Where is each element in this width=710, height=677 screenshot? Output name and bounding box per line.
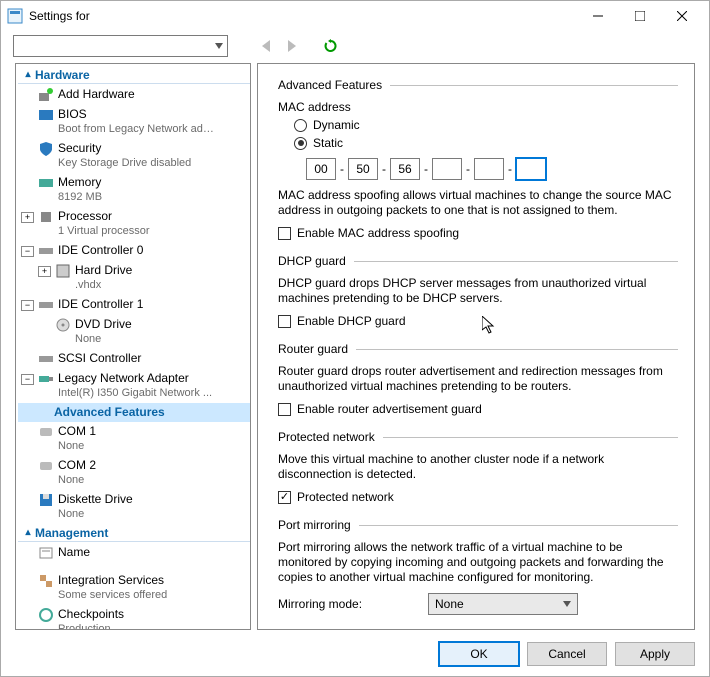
expand-icon[interactable]: + (21, 212, 34, 223)
tree-com2[interactable]: COM 2None (18, 456, 250, 490)
collapse-icon[interactable]: − (21, 300, 34, 311)
mirroring-mode-dropdown[interactable]: None (428, 593, 578, 615)
processor-icon (38, 209, 54, 225)
mac-address-label: MAC address (278, 100, 678, 114)
settings-window: Settings for ▴Hardware Add Hardware BIOS… (0, 0, 710, 677)
checkbox-icon (278, 403, 291, 416)
bios-icon (38, 107, 54, 123)
dvd-icon (55, 317, 71, 333)
enable-router-guard-checkbox[interactable]: Enable router advertisement guard (278, 402, 678, 416)
titlebar: Settings for (1, 1, 709, 31)
memory-icon (38, 175, 54, 191)
chevron-down-icon (215, 42, 223, 50)
tree-advanced-features[interactable]: Advanced Features (18, 403, 250, 422)
tree-add-hardware[interactable]: Add Hardware (18, 85, 250, 105)
network-adapter-icon (38, 371, 54, 387)
integration-icon (38, 573, 54, 589)
ok-button[interactable]: OK (439, 642, 519, 666)
vm-selector-dropdown[interactable] (13, 35, 228, 57)
settings-tree: ▴Hardware Add Hardware BIOSBoot from Leg… (15, 63, 251, 630)
add-hardware-icon (38, 87, 54, 103)
diskette-icon (38, 492, 54, 508)
mirroring-mode-label: Mirroring mode: (278, 597, 428, 611)
chevron-up-icon: ▴ (21, 69, 35, 80)
nav-forward-button[interactable] (282, 35, 304, 57)
controller-icon (38, 351, 54, 367)
serial-port-icon (38, 458, 54, 474)
tree-integration-services[interactable]: Integration ServicesSome services offere… (18, 571, 250, 605)
maximize-button[interactable] (619, 2, 661, 30)
controller-icon (38, 243, 54, 259)
tree-legacy-network-adapter[interactable]: −Legacy Network AdapterIntel(R) I350 Gig… (18, 369, 250, 403)
radio-icon (294, 119, 307, 132)
tree-checkpoints[interactable]: CheckpointsProduction (18, 605, 250, 629)
enable-mac-spoofing-checkbox[interactable]: Enable MAC address spoofing (278, 226, 678, 240)
router-guard-description: Router guard drops router advertisement … (278, 364, 678, 394)
mac-octet-1[interactable]: 50 (348, 158, 378, 180)
dhcp-guard-description: DHCP guard drops DHCP server messages fr… (278, 276, 678, 306)
shield-icon (38, 141, 54, 157)
mac-octet-0[interactable]: 00 (306, 158, 336, 180)
checkbox-icon (278, 227, 291, 240)
toolbar (1, 31, 709, 63)
tree-scsi[interactable]: SCSI Controller (18, 349, 250, 369)
mac-octet-5[interactable] (516, 158, 546, 180)
controller-icon (38, 297, 54, 313)
tree-hard-drive[interactable]: +Hard Drive.vhdx (18, 261, 250, 295)
tree-security[interactable]: SecurityKey Storage Drive disabled (18, 139, 250, 173)
router-guard-title: Router guard (278, 342, 678, 356)
protected-network-description: Move this virtual machine to another clu… (278, 452, 678, 482)
app-icon (7, 8, 23, 24)
minimize-button[interactable] (577, 2, 619, 30)
hard-drive-icon (55, 263, 71, 279)
settings-panel: Advanced Features MAC address Dynamic St… (257, 63, 695, 630)
mac-dynamic-radio[interactable]: Dynamic (294, 118, 678, 132)
port-mirroring-description: Port mirroring allows the network traffi… (278, 540, 678, 585)
mac-octet-2[interactable]: 56 (390, 158, 420, 180)
tree-dvd-drive[interactable]: DVD DriveNone (18, 315, 250, 349)
dialog-buttons: OK Cancel Apply (1, 632, 709, 676)
section-hardware[interactable]: ▴Hardware (18, 66, 250, 84)
radio-icon (294, 137, 307, 150)
checkbox-icon (278, 491, 291, 504)
tree-ide0[interactable]: −IDE Controller 0 (18, 241, 250, 261)
mac-octet-3[interactable] (432, 158, 462, 180)
refresh-button[interactable] (320, 35, 342, 57)
cancel-button[interactable]: Cancel (527, 642, 607, 666)
checkpoint-icon (38, 607, 54, 623)
tree-diskette[interactable]: Diskette DriveNone (18, 490, 250, 524)
protected-network-title: Protected network (278, 430, 678, 444)
chevron-down-icon (563, 600, 571, 608)
chevron-up-icon: ▴ (21, 527, 35, 538)
mac-static-radio[interactable]: Static (294, 136, 678, 150)
window-title: Settings for (29, 9, 577, 23)
tree-ide1[interactable]: −IDE Controller 1 (18, 295, 250, 315)
collapse-icon[interactable]: − (21, 374, 34, 385)
dhcp-guard-title: DHCP guard (278, 254, 678, 268)
mac-spoofing-description: MAC address spoofing allows virtual mach… (278, 188, 678, 218)
tree-name[interactable]: Name (18, 543, 250, 563)
mac-address-inputs: 00- 50- 56- - - (306, 158, 678, 180)
tree-com1[interactable]: COM 1None (18, 422, 250, 456)
close-button[interactable] (661, 2, 703, 30)
name-icon (38, 545, 54, 561)
apply-button[interactable]: Apply (615, 642, 695, 666)
enable-dhcp-guard-checkbox[interactable]: Enable DHCP guard (278, 314, 678, 328)
panel-title: Advanced Features (278, 78, 678, 92)
collapse-icon[interactable]: − (21, 246, 34, 257)
checkbox-icon (278, 315, 291, 328)
tree-processor[interactable]: +Processor1 Virtual processor (18, 207, 250, 241)
mac-octet-4[interactable] (474, 158, 504, 180)
tree-memory[interactable]: Memory8192 MB (18, 173, 250, 207)
section-management[interactable]: ▴Management (18, 524, 250, 542)
nav-back-button[interactable] (256, 35, 278, 57)
tree-bios[interactable]: BIOSBoot from Legacy Network ada... (18, 105, 250, 139)
serial-port-icon (38, 424, 54, 440)
protected-network-checkbox[interactable]: Protected network (278, 490, 678, 504)
port-mirroring-title: Port mirroring (278, 518, 678, 532)
expand-icon[interactable]: + (38, 266, 51, 277)
